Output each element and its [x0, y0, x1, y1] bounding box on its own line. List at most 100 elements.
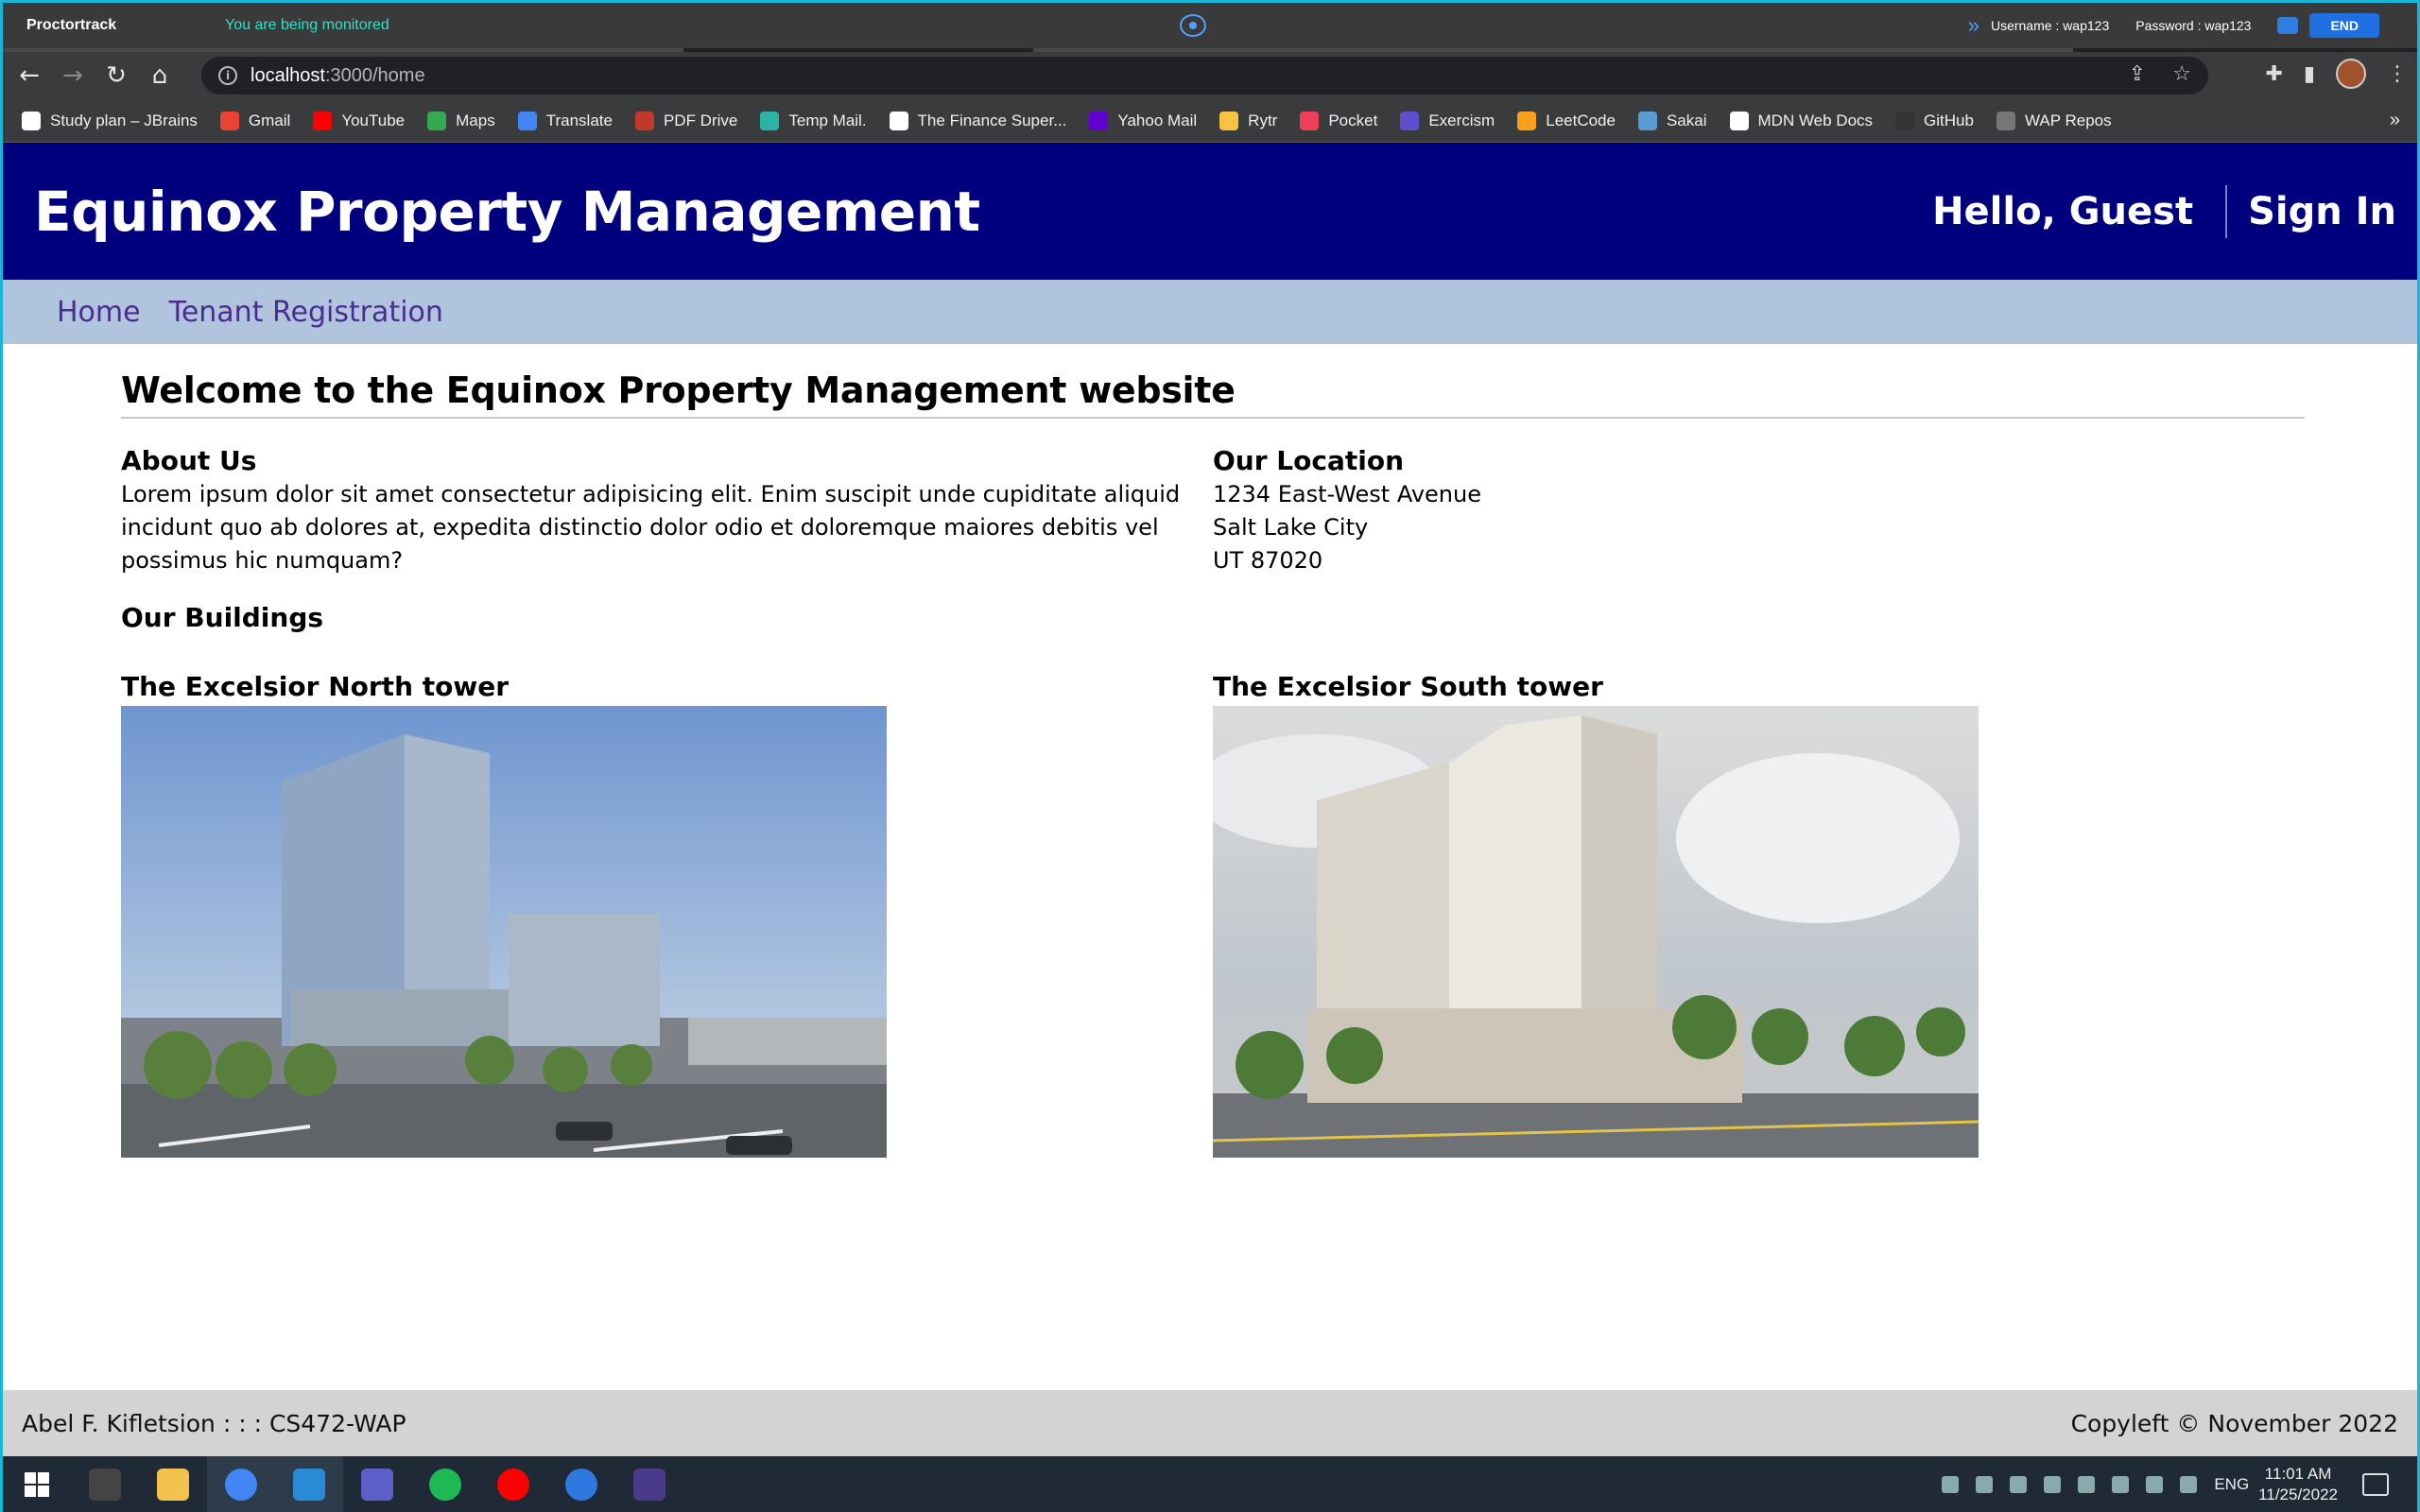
south-tower-title: The Excelsior South tower — [1213, 671, 1603, 702]
windows-taskbar: ENG 11:01 AM 11/25/2022 — [3, 1456, 2417, 1512]
password-label: Password : wap123 — [2135, 18, 2252, 33]
profile-avatar[interactable] — [2336, 59, 2366, 89]
bookmark-favicon-icon — [634, 111, 654, 130]
bookmark-item[interactable]: Rytr — [1219, 111, 1278, 130]
south-tower-card: The Excelsior South tower — [1213, 671, 2305, 1158]
bookmark-star-icon[interactable]: ☆ — [2172, 62, 2191, 86]
bookmark-label: GitHub — [1924, 111, 1974, 129]
bookmark-favicon-icon — [22, 111, 41, 130]
bookmark-label: Pocket — [1328, 111, 1378, 129]
monitoring-status: You are being monitored — [225, 17, 389, 33]
notifications-icon[interactable] — [2362, 1472, 2389, 1496]
wifi-icon[interactable] — [2146, 1475, 2164, 1493]
about-section: About Us Lorem ipsum dolor sit amet cons… — [121, 445, 1213, 577]
bookmark-item[interactable]: PDF Drive — [634, 111, 737, 130]
address-bar[interactable]: i localhost:3000/home ⇪ ☆ — [201, 57, 2208, 94]
footer-author: Abel F. Kifletsion : : : CS472-WAP — [22, 1409, 406, 1437]
bookmark-item[interactable]: Temp Mail. — [760, 111, 867, 130]
clock-time: 11:01 AM — [2264, 1464, 2332, 1483]
bookmark-item[interactable]: Exercism — [1400, 111, 1495, 130]
site-title: Equinox Property Management — [34, 179, 980, 244]
location-heading: Our Location — [1213, 445, 1405, 476]
username-label: Username : wap123 — [1990, 18, 2110, 33]
language-indicator[interactable]: ENG — [2214, 1475, 2249, 1494]
chat-icon[interactable] — [2277, 17, 2299, 34]
clock[interactable]: 11:01 AM 11/25/2022 — [2258, 1464, 2338, 1505]
bookmark-item[interactable]: The Finance Super... — [889, 111, 1067, 130]
forward-icon[interactable]: → — [56, 59, 90, 93]
footer-copyleft: Copyleft © November 2022 — [2070, 1409, 2398, 1437]
bookmark-item[interactable]: MDN Web Docs — [1729, 111, 1873, 130]
back-icon[interactable]: ← — [12, 59, 46, 93]
security-icon[interactable] — [2044, 1475, 2062, 1493]
file-explorer-taskbar-icon[interactable] — [139, 1456, 207, 1512]
south-tower-image — [1213, 706, 1979, 1158]
terminal-taskbar-icon[interactable] — [71, 1456, 139, 1512]
menu-icon[interactable]: ⋮ — [2387, 62, 2408, 86]
clock-date: 11/25/2022 — [2258, 1485, 2338, 1503]
bookmark-item[interactable]: Maps — [427, 111, 495, 130]
about-text: Lorem ipsum dolor sit amet consectetur a… — [121, 481, 1181, 574]
north-tower-title: The Excelsior North tower — [121, 671, 510, 702]
site-info-icon[interactable]: i — [218, 66, 237, 85]
bookmark-item[interactable]: GitHub — [1895, 111, 1974, 130]
spotify-taskbar-icon[interactable] — [411, 1456, 479, 1512]
nav-tenant-registration[interactable]: Tenant Registration — [169, 296, 443, 329]
bookmark-label: Sakai — [1666, 111, 1707, 129]
teams-taskbar-icon[interactable] — [343, 1456, 411, 1512]
bookmark-item[interactable]: Yahoo Mail — [1089, 111, 1197, 130]
side-panel-icon[interactable]: ▮ — [2304, 62, 2315, 86]
system-tray: ENG 11:01 AM 11/25/2022 — [1942, 1456, 2417, 1512]
battery-icon[interactable] — [2112, 1475, 2130, 1493]
bookmark-favicon-icon — [1637, 111, 1657, 130]
web-page: Equinox Property Management Hello, Guest… — [3, 143, 2417, 1456]
bookmark-item[interactable]: YouTube — [313, 111, 406, 130]
extensions-icon[interactable]: ✚ — [2265, 62, 2282, 86]
microphone-icon[interactable] — [1976, 1475, 1994, 1493]
north-tower-image — [121, 706, 887, 1158]
bookmark-label: Temp Mail. — [788, 111, 867, 129]
volume-muted-icon[interactable] — [2180, 1475, 2198, 1493]
bookmark-item[interactable]: Gmail — [219, 111, 290, 130]
location-section: Our Location 1234 East-West Avenue Salt … — [1213, 445, 2305, 577]
vscode-taskbar-icon[interactable] — [275, 1456, 343, 1512]
site-header: Equinox Property Management Hello, Guest… — [3, 143, 2417, 280]
chevrons-icon[interactable]: » — [1968, 13, 1979, 38]
bookmark-favicon-icon — [760, 111, 780, 130]
bookmark-favicon-icon — [517, 111, 537, 130]
reload-icon[interactable]: ↻ — [99, 59, 133, 93]
address-line: UT 87020 — [1213, 547, 1323, 574]
bookmark-item[interactable]: Pocket — [1300, 111, 1378, 130]
chrome-taskbar-icon[interactable] — [207, 1456, 275, 1512]
bookmark-item[interactable]: LeetCode — [1517, 111, 1616, 130]
bookmark-label: Rytr — [1248, 111, 1278, 129]
bookmark-item[interactable]: WAP Repos — [1996, 111, 2112, 130]
site-footer: Abel F. Kifletsion : : : CS472-WAP Copyl… — [3, 1390, 2417, 1456]
youtube-music-taskbar-icon[interactable] — [479, 1456, 547, 1512]
end-button[interactable]: END — [2309, 13, 2379, 38]
proctortrack-tray-icon[interactable] — [1942, 1475, 1960, 1493]
url-text[interactable]: localhost:3000/home — [251, 65, 425, 87]
home-icon[interactable]: ⌂ — [143, 59, 177, 93]
address-line: 1234 East-West Avenue — [1213, 481, 1481, 507]
bookmark-item[interactable]: Study plan – JBrains — [22, 111, 198, 130]
main-content: Welcome to the Equinox Property Manageme… — [121, 369, 2305, 1158]
bookmark-favicon-icon — [1996, 111, 2015, 130]
proctortrack-bar: Proctortrack You are being monitored » U… — [3, 3, 2417, 48]
bookmark-label: The Finance Super... — [917, 111, 1067, 129]
bluetooth-icon[interactable] — [2010, 1475, 2028, 1493]
proctortrack-taskbar-icon[interactable] — [615, 1456, 683, 1512]
photos-tray-icon[interactable] — [2078, 1475, 2096, 1493]
north-tower-card: The Excelsior North tower — [121, 671, 1213, 1158]
sign-in-link[interactable]: Sign In — [2248, 190, 2396, 233]
share-icon[interactable]: ⇪ — [2129, 62, 2146, 86]
nav-home[interactable]: Home — [57, 296, 141, 329]
bookmark-item[interactable]: Translate — [517, 111, 613, 130]
windows-start-icon[interactable] — [3, 1456, 71, 1512]
bookmark-label: YouTube — [341, 111, 406, 129]
firefox-taskbar-icon[interactable] — [547, 1456, 615, 1512]
bookmark-favicon-icon — [1219, 111, 1239, 130]
about-heading: About Us — [121, 445, 257, 476]
more-bookmarks-icon[interactable]: » — [2390, 110, 2400, 131]
bookmark-item[interactable]: Sakai — [1637, 111, 1707, 130]
